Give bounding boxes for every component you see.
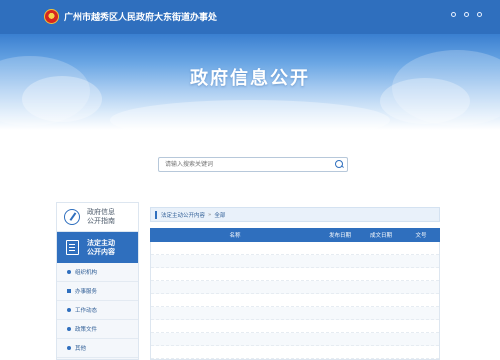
table-row-placeholder: [151, 333, 439, 346]
bullet-icon: [67, 270, 71, 274]
sidebar-item-news[interactable]: 工作动态: [57, 301, 138, 320]
link-icon: [451, 12, 456, 17]
table-body-placeholder: [150, 242, 440, 360]
guide-label-line1: 政府信息: [87, 208, 115, 216]
bullet-icon: [67, 327, 71, 331]
sidebar-item-label: 组织机构: [75, 270, 98, 276]
column-header-written-date: 成文日期: [369, 233, 392, 239]
sidebar-item-organization[interactable]: 组织机构: [57, 263, 138, 282]
compass-icon: [64, 209, 80, 225]
sidebar-item-guide[interactable]: 政府信息 公开指南: [57, 203, 138, 232]
column-header-doc-number: 文号: [415, 233, 427, 239]
banner-decoration: [110, 100, 390, 130]
sidebar-item-label: 政策文件: [75, 327, 98, 333]
bullet-icon: [67, 308, 71, 312]
bullet-icon: [67, 346, 71, 350]
top-link-2[interactable]: [464, 12, 469, 17]
table-row-placeholder: [151, 255, 439, 268]
sidebar-item-policy[interactable]: 政策文件: [57, 320, 138, 339]
table-row-placeholder: [151, 242, 439, 255]
top-links: [451, 12, 482, 17]
table-row-placeholder: [151, 281, 439, 294]
link-icon: [464, 12, 469, 17]
breadcrumb-marker: [155, 210, 157, 219]
sidebar-item-label: 工作动态: [75, 308, 98, 314]
banner: 政府信息公开: [0, 34, 500, 130]
link-icon: [477, 12, 482, 17]
top-link-3[interactable]: [477, 12, 482, 17]
sidebar: 政府信息 公开指南 法定主动 公开内容 组织机构 办事服务 工作动态 政策文件 …: [56, 202, 139, 360]
sidebar-item-services[interactable]: 办事服务: [57, 282, 138, 301]
search-icon[interactable]: [331, 158, 347, 171]
banner-title: 政府信息公开: [190, 68, 310, 89]
table-row-placeholder: [151, 320, 439, 333]
guide-label-line2: 公开指南: [87, 217, 115, 225]
breadcrumb: 法定主动公开内容 » 全部: [150, 207, 440, 222]
table-row-placeholder: [151, 268, 439, 281]
table-header: 名称 发布日期 成文日期 文号: [150, 228, 440, 242]
document-icon: [66, 240, 79, 255]
search-input[interactable]: [159, 158, 331, 171]
sidebar-item-other[interactable]: 其他: [57, 339, 138, 358]
column-header-publish-date: 发布日期: [328, 233, 351, 239]
column-header-title: 名称: [229, 233, 241, 239]
site-title[interactable]: 广州市越秀区人民政府大东街道办事处: [64, 10, 217, 23]
search-box: [158, 157, 348, 172]
bullet-icon: [67, 289, 71, 293]
breadcrumb-item[interactable]: 全部: [214, 211, 225, 219]
sidebar-item-label: 办事服务: [75, 289, 98, 295]
active-label-line2: 公开内容: [87, 247, 115, 256]
active-label-line1: 法定主动: [87, 238, 115, 247]
table-row-placeholder: [151, 307, 439, 320]
table-row-placeholder: [151, 294, 439, 307]
active-label: 法定主动 公开内容: [87, 239, 115, 257]
top-bar: 广州市越秀区人民政府大东街道办事处: [0, 0, 500, 34]
top-link-1[interactable]: [451, 12, 456, 17]
breadcrumb-separator: »: [208, 211, 212, 218]
national-emblem-icon: [44, 9, 59, 24]
table-row-placeholder: [151, 346, 439, 359]
sidebar-item-active-disclosure[interactable]: 法定主动 公开内容: [57, 232, 138, 263]
sidebar-item-label: 其他: [75, 346, 87, 352]
guide-label: 政府信息 公开指南: [87, 208, 115, 226]
breadcrumb-item[interactable]: 法定主动公开内容: [161, 211, 205, 219]
